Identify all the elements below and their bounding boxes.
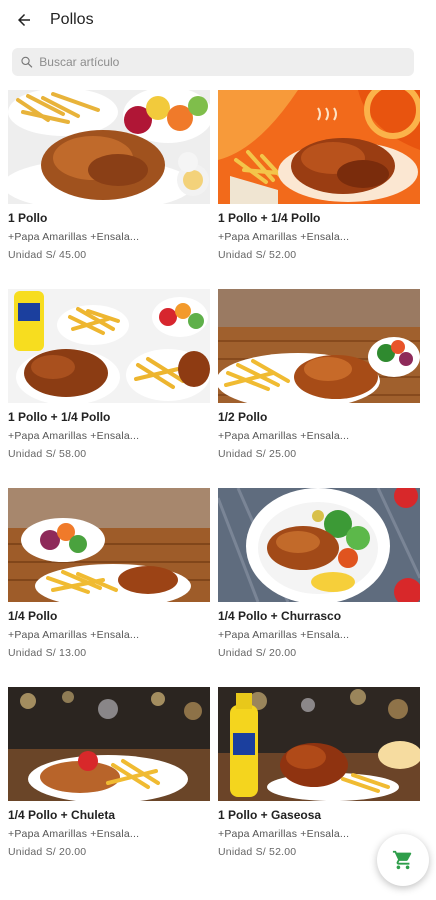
product-price: Unidad S/ 52.00 [218, 249, 297, 261]
product-description: +Papa Amarillas +Ensala... [218, 629, 350, 641]
product-price: Unidad S/ 25.00 [218, 448, 297, 460]
product-price: Unidad S/ 13.00 [8, 647, 87, 659]
product-card[interactable]: 1 Pollo +Papa Amarillas +Ensala... Unida… [8, 90, 210, 263]
product-card[interactable]: 1 Pollo + 1/4 Pollo +Papa Amarillas +Ens… [218, 90, 420, 263]
product-image [218, 687, 420, 801]
product-name: 1 Pollo + 1/4 Pollo [8, 410, 111, 424]
product-description: +Papa Amarillas +Ensala... [8, 231, 140, 243]
page-title: Pollos [50, 11, 94, 28]
product-image [8, 90, 210, 204]
product-description: +Papa Amarillas +Ensala... [8, 629, 140, 641]
product-description: +Papa Amarillas +Ensala... [218, 231, 350, 243]
product-name: 1 Pollo + Gaseosa [218, 808, 322, 822]
cart-button[interactable] [377, 834, 429, 886]
product-name: 1/4 Pollo [8, 609, 58, 623]
product-image [218, 289, 420, 403]
product-price: Unidad S/ 20.00 [8, 846, 87, 858]
product-image [8, 289, 210, 403]
product-card[interactable]: 1/4 Pollo +Papa Amarillas +Ensala... Uni… [8, 488, 210, 661]
product-description: +Papa Amarillas +Ensala... [8, 430, 140, 442]
search-box[interactable] [12, 48, 414, 76]
product-image [8, 488, 210, 602]
product-image [8, 687, 210, 801]
product-card[interactable]: 1 Pollo + Gaseosa +Papa Amarillas +Ensal… [218, 687, 420, 860]
product-name: 1/4 Pollo + Churrasco [218, 609, 342, 623]
product-name: 1/4 Pollo + Chuleta [8, 808, 116, 822]
back-button[interactable] [12, 8, 36, 32]
arrow-back-icon [18, 14, 30, 26]
product-grid: 1 Pollo +Papa Amarillas +Ensala... Unida… [0, 76, 436, 860]
product-price: Unidad S/ 20.00 [218, 647, 297, 659]
product-description: +Papa Amarillas +Ensala... [8, 828, 140, 840]
product-name: 1/2 Pollo [218, 410, 268, 424]
search-bar [0, 40, 436, 76]
product-image [218, 488, 420, 602]
product-card[interactable]: 1 Pollo + 1/4 Pollo +Papa Amarillas +Ens… [8, 289, 210, 462]
shopping-cart-icon [392, 850, 412, 870]
search-icon [21, 56, 33, 68]
search-input[interactable] [39, 55, 406, 69]
app-bar: Pollos [0, 0, 436, 40]
product-card[interactable]: 1/2 Pollo +Papa Amarillas +Ensala... Uni… [218, 289, 420, 462]
product-price: Unidad S/ 58.00 [8, 448, 87, 460]
product-name: 1 Pollo [8, 211, 48, 225]
product-description: +Papa Amarillas +Ensala... [218, 430, 350, 442]
product-card[interactable]: 1/4 Pollo + Churrasco +Papa Amarillas +E… [218, 488, 420, 661]
product-card[interactable]: 1/4 Pollo + Chuleta +Papa Amarillas +Ens… [8, 687, 210, 860]
product-name: 1 Pollo + 1/4 Pollo [218, 211, 321, 225]
product-price: Unidad S/ 45.00 [8, 249, 87, 261]
product-image [218, 90, 420, 204]
